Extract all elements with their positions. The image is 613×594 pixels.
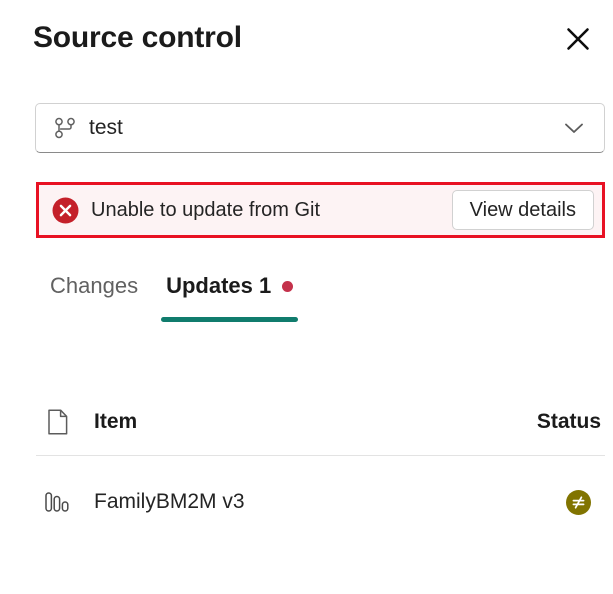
branch-icon bbox=[54, 117, 76, 139]
panel-header: Source control bbox=[0, 0, 613, 78]
page-title: Source control bbox=[33, 21, 242, 54]
column-header-item: Item bbox=[94, 409, 138, 433]
tab-list: Changes Updates 1 bbox=[36, 262, 307, 330]
active-tab-underline bbox=[161, 317, 299, 322]
semantic-model-icon bbox=[44, 490, 72, 514]
error-banner: Unable to update from Git View details bbox=[39, 185, 602, 235]
error-circle-icon bbox=[52, 197, 79, 224]
item-name: FamilyBM2M v3 bbox=[94, 490, 245, 513]
tab-changes[interactable]: Changes bbox=[36, 262, 152, 330]
branch-name-label: test bbox=[89, 116, 123, 139]
branch-dropdown[interactable]: test bbox=[35, 103, 605, 153]
tab-updates-label: Updates 1 bbox=[166, 273, 272, 298]
not-equal-icon bbox=[570, 494, 587, 511]
column-header-status: Status bbox=[536, 409, 601, 433]
table-header: Item Status bbox=[36, 388, 605, 456]
updates-indicator-dot bbox=[282, 281, 294, 292]
status-badge bbox=[566, 489, 591, 515]
close-icon bbox=[564, 25, 592, 53]
chevron-down-icon[interactable] bbox=[562, 116, 586, 140]
table-row[interactable]: FamilyBM2M v3 bbox=[36, 473, 605, 531]
close-button[interactable] bbox=[557, 18, 599, 60]
error-message: Unable to update from Git bbox=[91, 199, 321, 221]
tab-changes-label: Changes bbox=[50, 273, 139, 298]
error-banner-highlight: Unable to update from Git View details bbox=[36, 182, 605, 238]
tab-updates[interactable]: Updates 1 bbox=[152, 262, 307, 330]
source-control-panel: Source control test Unable to update fro… bbox=[0, 0, 613, 594]
view-details-button[interactable]: View details bbox=[451, 190, 594, 230]
document-icon bbox=[45, 408, 71, 436]
